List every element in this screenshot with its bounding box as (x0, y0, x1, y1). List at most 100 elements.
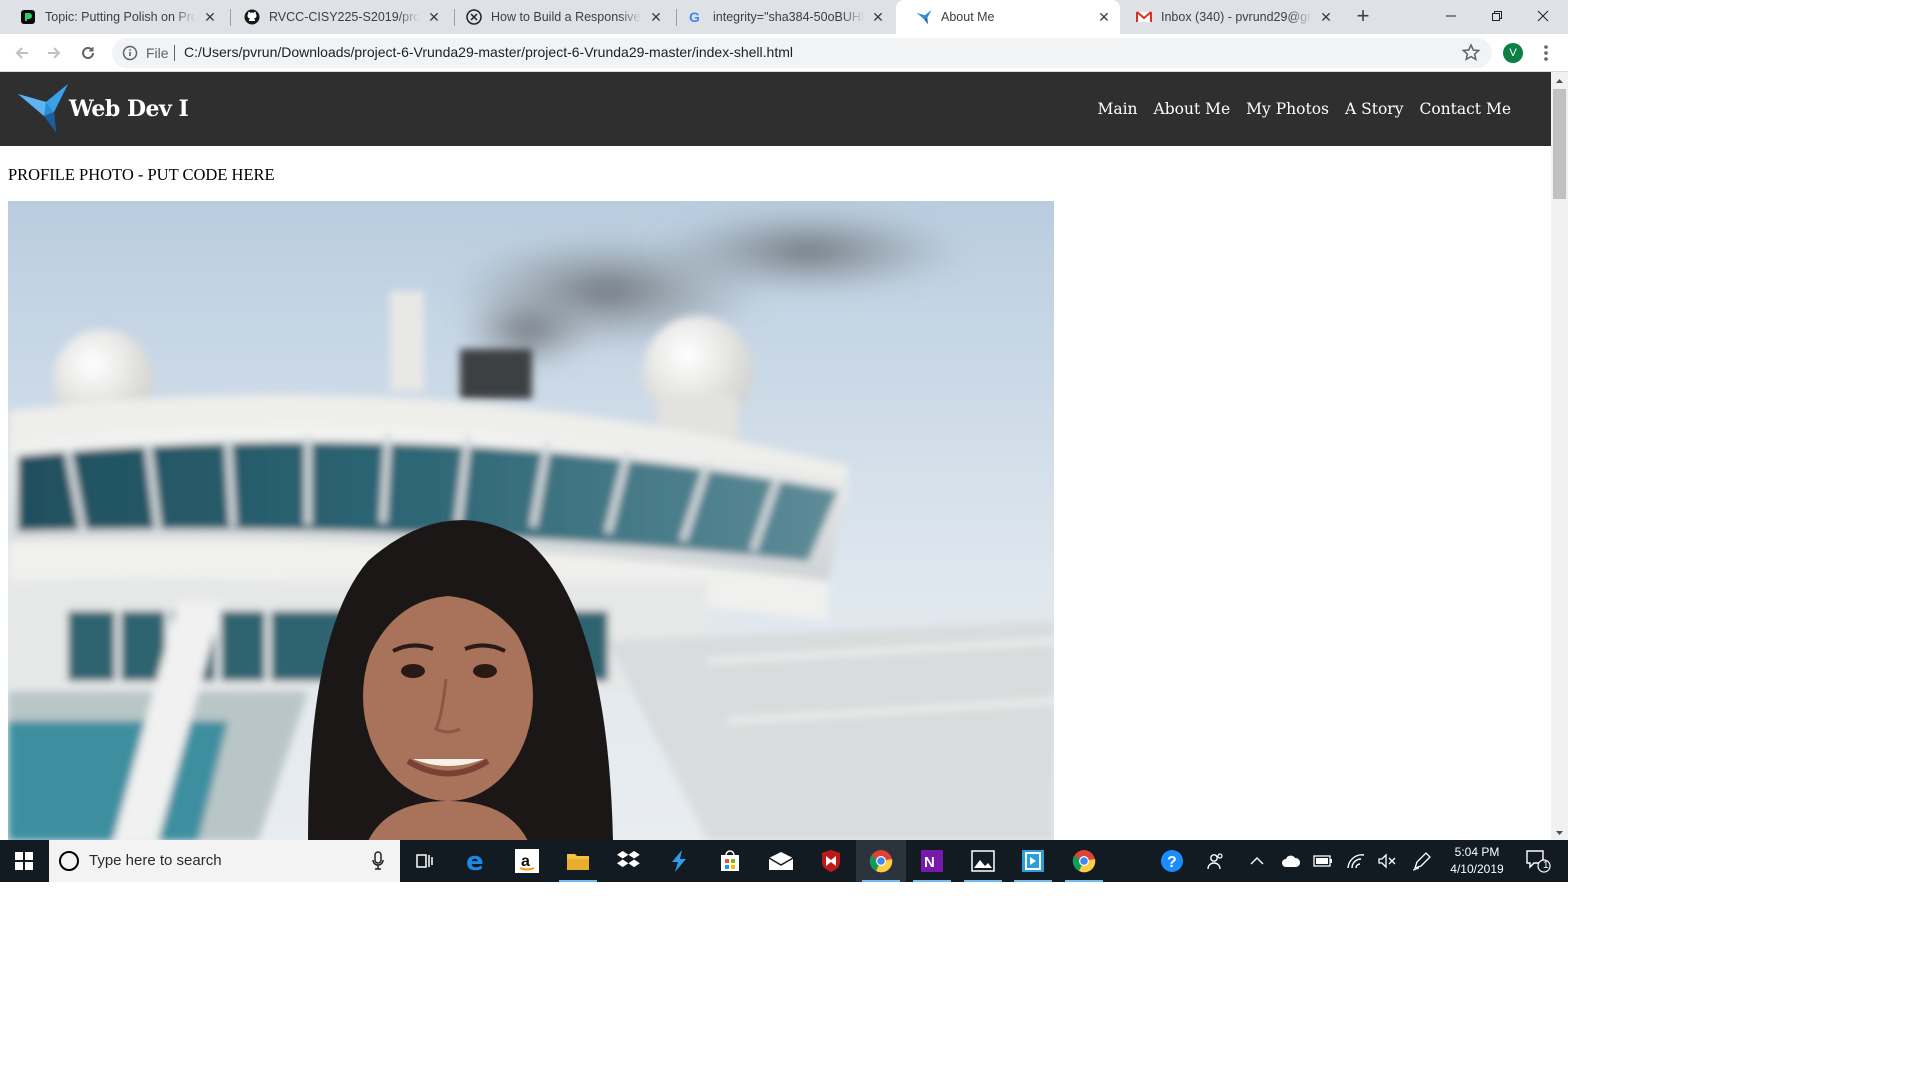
tab-title: Topic: Putting Polish on Proje (45, 10, 196, 24)
edge-icon: e (466, 848, 484, 874)
taskbar-app-chrome-2[interactable] (1059, 840, 1109, 882)
battery-icon (1313, 855, 1332, 867)
nav-link-my-photos[interactable]: My Photos (1246, 100, 1329, 118)
onenote-icon: N (921, 850, 943, 872)
cloud-icon (1282, 855, 1301, 867)
profile-photo (8, 201, 1054, 840)
new-tab-button[interactable]: + (1352, 5, 1374, 28)
bookmark-star-icon[interactable] (1461, 43, 1481, 63)
dropbox-icon (617, 850, 640, 868)
svg-text:e: e (466, 848, 484, 874)
tab-close-icon[interactable]: ✕ (648, 9, 664, 26)
taskbar-clock[interactable]: 5:04 PM 4/10/2019 (1440, 844, 1514, 878)
taskbar-app-edge[interactable]: e (452, 840, 502, 882)
restore-button[interactable] (1474, 0, 1520, 32)
tab-close-icon[interactable]: ✕ (870, 9, 886, 26)
arrow-left-icon (15, 47, 28, 59)
taskbar-app-visual-studio-code[interactable] (654, 840, 704, 882)
amazon-icon: a (515, 849, 539, 873)
onedrive-tray-button[interactable] (1278, 840, 1304, 882)
taskbar-app-mcafee[interactable] (806, 840, 856, 882)
browser-tab[interactable]: How to Build a Responsive N ✕ (446, 0, 672, 34)
taskbar-search-placeholder: Type here to search (89, 852, 222, 869)
forward-button[interactable] (40, 39, 68, 67)
browser-tab[interactable]: G integrity="sha384-50oBUHE ✕ (668, 0, 894, 34)
nav-link-about-me[interactable]: About Me (1154, 100, 1231, 118)
tab-title: About Me (941, 10, 995, 24)
help-tray-button[interactable]: ? (1156, 840, 1188, 882)
people-tray-button[interactable] (1202, 840, 1230, 882)
svg-text:a: a (521, 853, 530, 870)
address-divider (174, 45, 175, 61)
browser-toolbar: File C:/Users/pvrun/Downloads/project-6-… (0, 34, 1568, 72)
chrome-icon (1072, 850, 1096, 873)
chevron-up-icon (1250, 857, 1264, 865)
task-view-icon (416, 854, 433, 868)
chrome-icon (869, 850, 893, 873)
notification-count-badge: 1 (1543, 860, 1549, 871)
scroll-down-arrow-icon[interactable] (1551, 826, 1568, 840)
taskbar-app-amazon[interactable]: a (502, 840, 552, 882)
volume-tray-button[interactable] (1374, 840, 1400, 882)
taskbar-app-store[interactable] (705, 840, 755, 882)
site-header: Web Dev I Main About Me My Photos A Stor… (0, 72, 1551, 146)
pen-icon (1412, 852, 1431, 871)
start-button[interactable] (0, 840, 48, 882)
battery-tray-button[interactable] (1310, 840, 1336, 882)
svg-text:N: N (924, 854, 935, 871)
scroll-up-arrow-icon[interactable] (1551, 74, 1568, 88)
taskbar-app-photos[interactable] (958, 840, 1008, 882)
github-icon (244, 9, 260, 25)
taskbar-app-chrome[interactable] (856, 840, 906, 882)
tab-close-icon[interactable]: ✕ (426, 9, 442, 26)
wifi-tray-button[interactable] (1342, 840, 1370, 882)
tab-close-icon[interactable]: ✕ (1318, 9, 1334, 26)
info-icon[interactable] (122, 45, 138, 61)
site-brand[interactable]: Web Dev I (69, 96, 189, 122)
pen-workspace-tray-button[interactable] (1408, 840, 1436, 882)
taskbar-app-mail[interactable] (756, 840, 806, 882)
address-url[interactable]: C:/Users/pvrun/Downloads/project-6-Vrund… (184, 44, 793, 60)
microphone-icon[interactable] (371, 851, 385, 871)
browser-tab[interactable]: Topic: Putting Polish on Proje ✕ (0, 0, 226, 34)
minimize-button[interactable] (1428, 0, 1474, 32)
task-view-button[interactable] (400, 840, 450, 882)
browser-tab[interactable]: Inbox (340) - pvrund29@gm ✕ (1116, 0, 1342, 34)
tab-close-icon[interactable]: ✕ (1096, 9, 1112, 26)
nav-link-main[interactable]: Main (1097, 100, 1137, 118)
taskbar-app-onenote[interactable]: N (907, 840, 957, 882)
scrollbar-thumb[interactable] (1553, 89, 1566, 199)
page-scrollbar[interactable] (1551, 72, 1568, 840)
action-center-button[interactable]: 1 (1518, 840, 1558, 882)
folder-icon (567, 854, 589, 870)
taskbar-app-dropbox[interactable] (604, 840, 654, 882)
tab-close-icon[interactable]: ✕ (202, 9, 218, 26)
address-bar[interactable]: File C:/Users/pvrun/Downloads/project-6-… (112, 38, 1492, 68)
discourse-icon (20, 9, 36, 25)
photos-icon (971, 850, 995, 872)
back-button[interactable] (8, 39, 36, 67)
taskbar-app-file-explorer[interactable] (553, 840, 603, 882)
browser-tab-active[interactable]: About Me ✕ (896, 0, 1120, 34)
show-hidden-icons-button[interactable] (1244, 840, 1270, 882)
nav-link-contact-me[interactable]: Contact Me (1419, 100, 1511, 118)
profile-avatar[interactable]: V (1503, 43, 1523, 63)
volume-muted-icon (1378, 853, 1396, 869)
taskbar-app-snip[interactable] (1008, 840, 1058, 882)
browser-tab-strip: Topic: Putting Polish on Proje ✕ RVCC-CI… (0, 0, 1568, 34)
close-window-button[interactable] (1520, 0, 1566, 32)
restore-icon (1492, 11, 1502, 21)
tab-title: How to Build a Responsive N (491, 10, 642, 24)
lightning-icon (672, 850, 686, 872)
snip-icon (1022, 850, 1044, 872)
close-icon (1537, 10, 1549, 22)
svg-text:G: G (689, 9, 700, 25)
clock-date: 4/10/2019 (1450, 862, 1504, 876)
reload-button[interactable] (74, 39, 102, 67)
nav-link-a-story[interactable]: A Story (1345, 100, 1403, 118)
tab-title: Inbox (340) - pvrund29@gm (1161, 10, 1312, 24)
taskbar-search-box[interactable]: Type here to search (49, 840, 400, 882)
more-menu-icon[interactable] (1538, 43, 1554, 63)
browser-tab[interactable]: RVCC-CISY225-S2019/project ✕ (224, 0, 450, 34)
bird-logo-icon[interactable] (16, 82, 70, 134)
